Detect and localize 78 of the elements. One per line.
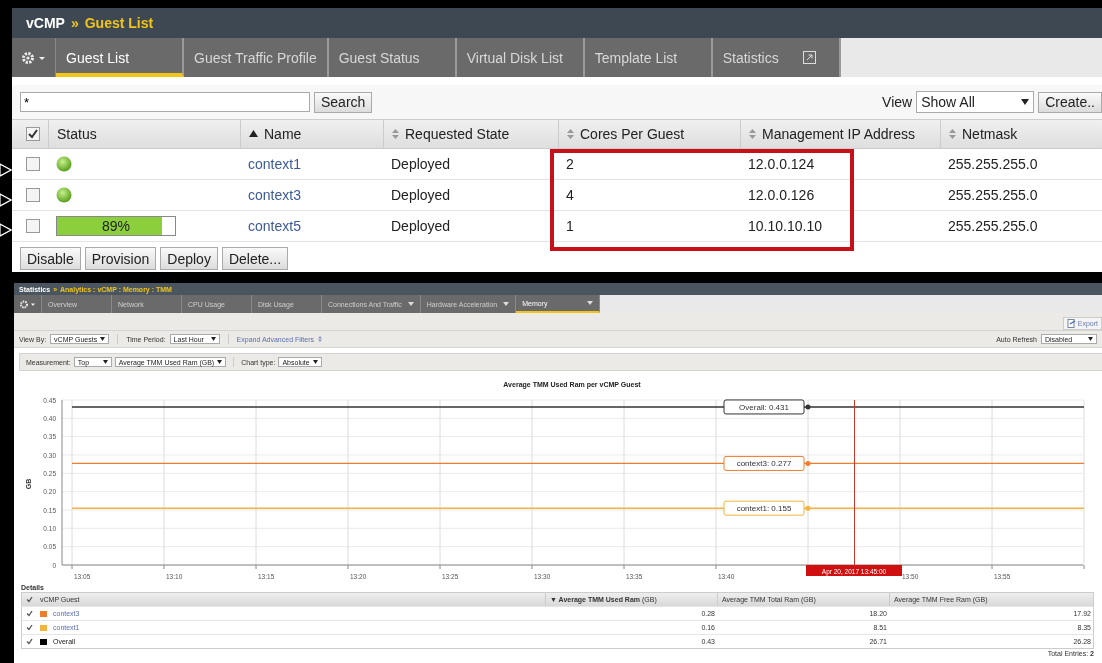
view-select[interactable]: Show All [916,91,1035,113]
tooltip-text: context1: 0.155 [736,504,792,514]
select-all-checkbox[interactable] [26,127,40,141]
tooltip-text: Overall: 0.431 [739,402,789,412]
document-icon [1066,319,1076,328]
caret-icon [503,302,510,306]
caret-icon [102,360,108,364]
filter-input[interactable]: * [20,92,310,112]
table-cell-text: 12.0.0.124 [747,155,816,174]
sort-ascending-icon [249,130,258,138]
tab[interactable]: Guest Traffic Profile [184,38,329,77]
settings-menu-button[interactable] [12,38,56,77]
guest-name-link[interactable]: context3 [240,180,383,210]
row-checkbox[interactable] [26,188,40,202]
data-point [805,404,811,410]
table-cell-text: 255.255.255.0 [947,155,1039,174]
table-cell-text: 10.10.10.10 [747,217,823,236]
guest-name-link[interactable]: context5 [240,211,383,241]
action-button[interactable]: Delete... [221,247,289,270]
settings-menu-button[interactable] [14,295,42,313]
status-available-icon [56,156,72,172]
gear-icon [20,50,47,65]
view-label: View [882,94,913,110]
column-header[interactable]: Netmask [940,120,1102,148]
action-button[interactable]: Provision [84,247,157,270]
caret-icon [217,360,223,364]
status-available-icon [56,187,72,203]
tooltip-text: context3: 0.277 [736,459,792,469]
create-button[interactable]: Create.. [1038,91,1102,113]
table-cell-text: Deployed [390,217,452,236]
tab[interactable]: Statistics [712,38,841,77]
caret-icon [587,301,594,305]
sort-icon [749,129,756,139]
column-header[interactable]: Status [48,120,240,148]
row-checkbox[interactable] [26,610,33,617]
table-cell-text: Deployed [390,155,452,174]
select-all-checkbox[interactable] [26,596,33,603]
column-header[interactable]: Management IP Address [740,120,940,148]
gear-icon [18,299,37,309]
table-cell-text: 1 [565,217,575,236]
data-point [805,505,811,511]
caret-icon [1021,99,1030,105]
breadcrumb-current: Guest List [84,15,154,31]
caret-icon [100,337,106,341]
action-button[interactable]: Deploy [160,247,218,270]
data-point [805,460,811,466]
caret-icon [210,337,216,341]
caret-icon [312,360,318,364]
sort-icon [567,129,574,139]
column-header[interactable]: Requested State [383,120,558,148]
tab[interactable]: Guest List [56,38,184,77]
table-cell-text: 255.255.255.0 [947,217,1039,236]
caret-icon [407,302,414,306]
row-checkbox[interactable] [26,624,33,631]
external-link-icon [802,51,816,64]
sort-icon [392,129,399,139]
table-cell-text: 4 [565,186,575,205]
breadcrumb-root[interactable]: vCMP [26,15,65,31]
action-button[interactable]: Disable [20,247,81,270]
tab[interactable]: Virtual Disk List [456,38,585,77]
table-cell-text: 2 [565,155,575,174]
tab[interactable]: Template List [584,38,713,77]
progress-text: 89% [102,218,130,234]
column-header[interactable]: Name [240,120,383,148]
column-header[interactable]: Cores Per Guest [558,120,740,148]
table-cell-text: 255.255.255.0 [947,186,1039,205]
expand-icon [318,336,323,342]
row-checkbox[interactable] [26,219,40,233]
sort-icon [949,129,956,139]
caret-icon [1088,337,1093,341]
search-button[interactable]: Search [314,91,373,113]
row-checkbox[interactable] [26,638,33,645]
guest-name-link[interactable]: context1 [240,149,383,179]
breadcrumb-separator: » [70,15,79,31]
tab[interactable]: Guest Status [328,38,457,77]
row-checkbox[interactable] [26,157,40,171]
table-cell-text: Deployed [390,186,452,205]
table-cell-text: 12.0.0.126 [747,186,816,205]
